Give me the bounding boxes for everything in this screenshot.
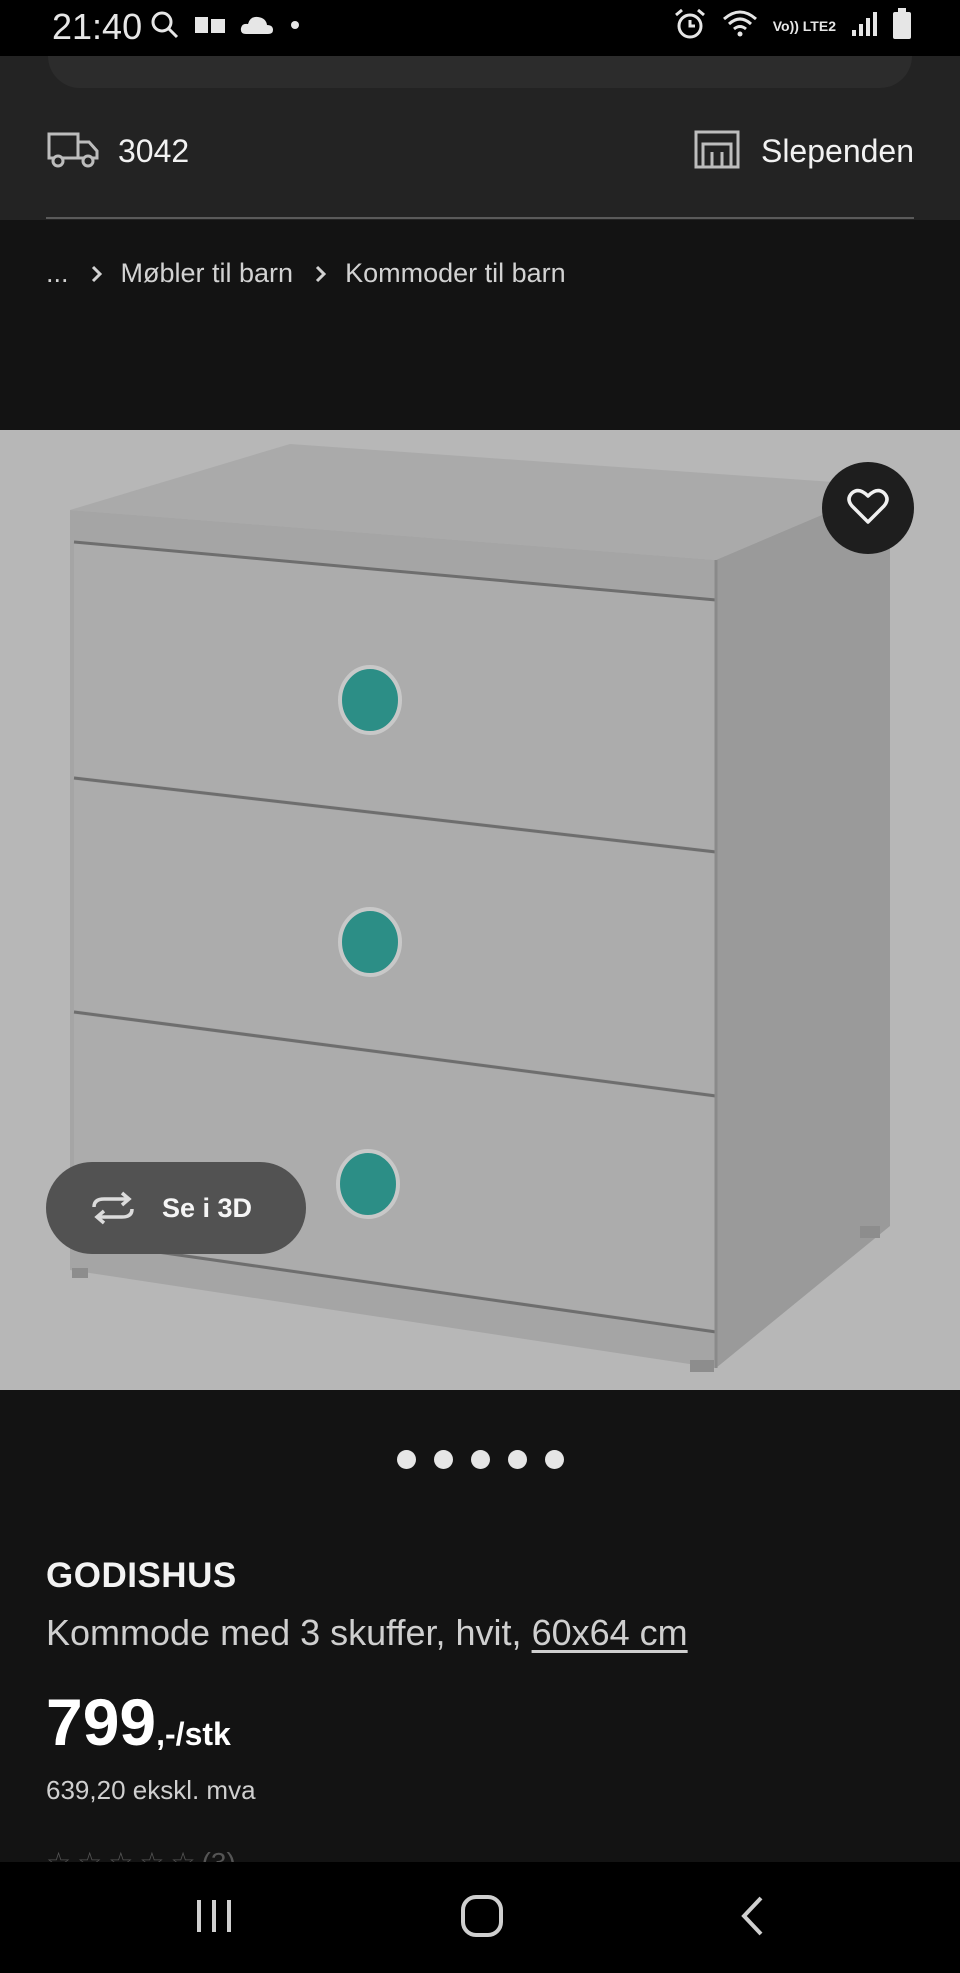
product-size-link[interactable]: 60x64 cm [532, 1612, 688, 1653]
search-bar[interactable] [48, 56, 912, 88]
status-bar: 21:40 Vo)) LTE2 [0, 0, 960, 56]
recent-apps-icon [194, 1896, 234, 1941]
battery-icon [892, 8, 912, 45]
recent-apps-button[interactable] [174, 1890, 254, 1946]
back-button[interactable] [712, 1890, 792, 1946]
heart-icon [847, 487, 889, 530]
pagination-dot[interactable] [433, 1450, 453, 1469]
breadcrumb: ... Møbler til barn Kommoder til barn [46, 258, 566, 289]
network-indicator: Vo)) LTE2 [772, 18, 836, 34]
breadcrumb-item-kommoder-til-barn[interactable]: Kommoder til barn [345, 258, 566, 289]
pagination-dot[interactable] [396, 1450, 416, 1469]
store-icon [693, 128, 741, 175]
delivery-postcode-button[interactable]: 3042 [46, 128, 189, 175]
store-selector-button[interactable]: Slependen [693, 128, 914, 175]
truck-icon [46, 128, 100, 175]
pagination-dot[interactable] [507, 1450, 527, 1469]
rotate-3d-icon [88, 1191, 138, 1225]
status-time: 21:40 [52, 6, 143, 47]
delivery-postcode: 3042 [118, 133, 190, 169]
add-to-favorites-button[interactable] [822, 462, 914, 554]
view-in-3d-label: Se i 3D [162, 1192, 253, 1223]
price-ex-vat: 639,20 ekskl. mva [46, 1775, 256, 1805]
chevron-right-icon [315, 265, 327, 283]
home-button[interactable] [442, 1890, 522, 1946]
price-unit: ,-/stk [156, 1716, 231, 1752]
breadcrumb-item-mobler-til-barn[interactable]: Møbler til barn [121, 258, 294, 289]
search-icon [150, 10, 180, 45]
pagination-dot[interactable] [470, 1450, 490, 1469]
home-icon [460, 1894, 504, 1943]
dot-icon [288, 18, 302, 37]
image-pagination [0, 1450, 960, 1469]
breadcrumb-ellipsis[interactable]: ... [46, 258, 69, 289]
cloud-icon [240, 14, 274, 41]
wifi-icon [721, 9, 759, 44]
product-price: 799,-/stk [46, 1684, 231, 1760]
chevron-right-icon [91, 265, 103, 283]
price-amount: 799 [46, 1685, 157, 1759]
back-icon [739, 1895, 765, 1942]
product-description-text: Kommode med 3 skuffer, hvit, [46, 1612, 532, 1653]
pagination-dot[interactable] [544, 1450, 564, 1469]
header: 3042 Slependen [0, 56, 960, 220]
view-in-3d-button[interactable]: Se i 3D [46, 1162, 306, 1254]
system-nav-bar [0, 1862, 960, 1973]
header-divider [46, 217, 914, 219]
product-description: Kommode med 3 skuffer, hvit, 60x64 cm [46, 1612, 688, 1654]
messages-icon [194, 14, 226, 41]
product-brand: GODISHUS [46, 1556, 237, 1595]
alarm-icon [673, 8, 707, 45]
signal-icon [850, 10, 878, 43]
store-name: Slependen [760, 133, 914, 169]
